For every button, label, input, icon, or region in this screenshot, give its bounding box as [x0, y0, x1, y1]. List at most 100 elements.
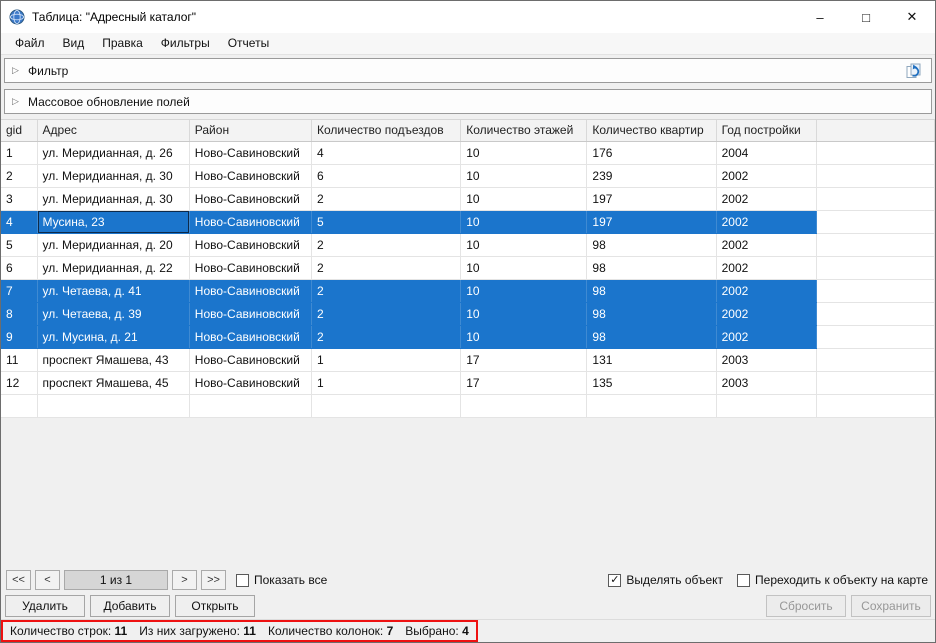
cell-3-3[interactable]: 5 — [311, 210, 460, 233]
save-button[interactable]: Сохранить — [851, 595, 931, 617]
menu-item-0[interactable]: Файл — [6, 33, 54, 54]
cell-4-2[interactable]: Ново-Савиновский — [189, 233, 311, 256]
last-page-button[interactable]: >> — [201, 570, 226, 590]
cell-8-7[interactable] — [816, 325, 934, 348]
close-button[interactable]: ✕ — [889, 1, 935, 33]
cell-9-4[interactable]: 17 — [461, 348, 587, 371]
cell-0-5[interactable]: 176 — [587, 141, 716, 164]
cell-4-5[interactable]: 98 — [587, 233, 716, 256]
reset-button[interactable]: Сбросить — [766, 595, 846, 617]
cell-9-7[interactable] — [816, 348, 934, 371]
cell-7-2[interactable]: Ново-Савиновский — [189, 302, 311, 325]
add-button[interactable]: Добавить — [90, 595, 170, 617]
menu-item-1[interactable]: Вид — [54, 33, 94, 54]
cell-7-5[interactable]: 98 — [587, 302, 716, 325]
cell-7-6[interactable]: 2002 — [716, 302, 816, 325]
cell-4-3[interactable]: 2 — [311, 233, 460, 256]
table-row-0[interactable]: 1ул. Меридианная, д. 26Ново-Савиновский4… — [1, 141, 935, 164]
cell-4-0[interactable]: 5 — [1, 233, 37, 256]
open-button[interactable]: Открыть — [175, 595, 255, 617]
cell-9-2[interactable]: Ново-Савиновский — [189, 348, 311, 371]
table-row-4[interactable]: 5ул. Меридианная, д. 20Ново-Савиновский2… — [1, 233, 935, 256]
table-row-8[interactable]: 9ул. Мусина, д. 21Ново-Савиновский210982… — [1, 325, 935, 348]
column-header-5[interactable]: Количество квартир — [587, 120, 716, 141]
cell-10-0[interactable]: 12 — [1, 371, 37, 394]
cell-2-0[interactable]: 3 — [1, 187, 37, 210]
cell-2-6[interactable]: 2002 — [716, 187, 816, 210]
cell-10-2[interactable]: Ново-Савиновский — [189, 371, 311, 394]
cell-4-1[interactable]: ул. Меридианная, д. 20 — [37, 233, 189, 256]
cell-10-6[interactable]: 2003 — [716, 371, 816, 394]
cell-8-3[interactable]: 2 — [311, 325, 460, 348]
cell-2-4[interactable]: 10 — [461, 187, 587, 210]
cell-0-2[interactable]: Ново-Савиновский — [189, 141, 311, 164]
cell-0-7[interactable] — [816, 141, 934, 164]
cell-3-1[interactable]: Мусина, 23 — [37, 210, 189, 233]
cell-3-2[interactable]: Ново-Савиновский — [189, 210, 311, 233]
cell-0-1[interactable]: ул. Меридианная, д. 26 — [37, 141, 189, 164]
table-row-9[interactable]: 11проспект Ямашева, 43Ново-Савиновский11… — [1, 348, 935, 371]
table-row-3[interactable]: 4Мусина, 23Ново-Савиновский5101972002 — [1, 210, 935, 233]
cell-4-4[interactable]: 10 — [461, 233, 587, 256]
minimize-button[interactable]: – — [797, 1, 843, 33]
cell-4-6[interactable]: 2002 — [716, 233, 816, 256]
cell-10-4[interactable]: 17 — [461, 371, 587, 394]
show-all-checkbox[interactable]: Показать все — [236, 573, 327, 587]
cell-6-4[interactable]: 10 — [461, 279, 587, 302]
table-row-6[interactable]: 7ул. Четаева, д. 41Ново-Савиновский21098… — [1, 279, 935, 302]
table-row-2[interactable]: 3ул. Меридианная, д. 30Ново-Савиновский2… — [1, 187, 935, 210]
cell-11-1[interactable] — [37, 394, 189, 417]
cell-11-6[interactable] — [716, 394, 816, 417]
cell-2-3[interactable]: 2 — [311, 187, 460, 210]
chevron-right-icon[interactable]: ▷ — [12, 65, 24, 76]
cell-9-0[interactable]: 11 — [1, 348, 37, 371]
cell-6-2[interactable]: Ново-Савиновский — [189, 279, 311, 302]
cell-11-2[interactable] — [189, 394, 311, 417]
cell-11-3[interactable] — [311, 394, 460, 417]
delete-button[interactable]: Удалить — [5, 595, 85, 617]
cell-11-4[interactable] — [461, 394, 587, 417]
column-header-6[interactable]: Год постройки — [716, 120, 816, 141]
cell-2-2[interactable]: Ново-Савиновский — [189, 187, 311, 210]
cell-5-2[interactable]: Ново-Савиновский — [189, 256, 311, 279]
cell-0-0[interactable]: 1 — [1, 141, 37, 164]
cell-10-1[interactable]: проспект Ямашева, 45 — [37, 371, 189, 394]
cell-5-5[interactable]: 98 — [587, 256, 716, 279]
cell-0-3[interactable]: 4 — [311, 141, 460, 164]
cell-1-2[interactable]: Ново-Савиновский — [189, 164, 311, 187]
cell-5-7[interactable] — [816, 256, 934, 279]
cell-10-5[interactable]: 135 — [587, 371, 716, 394]
first-page-button[interactable]: << — [6, 570, 31, 590]
cell-0-6[interactable]: 2004 — [716, 141, 816, 164]
cell-8-5[interactable]: 98 — [587, 325, 716, 348]
cell-7-3[interactable]: 2 — [311, 302, 460, 325]
cell-3-4[interactable]: 10 — [461, 210, 587, 233]
filter-panel[interactable]: ▷ Фильтр — [4, 58, 932, 83]
cell-7-4[interactable]: 10 — [461, 302, 587, 325]
cell-8-4[interactable]: 10 — [461, 325, 587, 348]
cell-1-4[interactable]: 10 — [461, 164, 587, 187]
column-header-4[interactable]: Количество этажей — [461, 120, 587, 141]
cell-9-5[interactable]: 131 — [587, 348, 716, 371]
menu-item-3[interactable]: Фильтры — [152, 33, 219, 54]
cell-1-3[interactable]: 6 — [311, 164, 460, 187]
cell-8-6[interactable]: 2002 — [716, 325, 816, 348]
cell-9-3[interactable]: 1 — [311, 348, 460, 371]
cell-7-7[interactable] — [816, 302, 934, 325]
cell-3-5[interactable]: 197 — [587, 210, 716, 233]
mass-update-panel[interactable]: ▷ Массовое обновление полей — [4, 89, 932, 114]
chevron-right-icon[interactable]: ▷ — [12, 96, 24, 107]
menu-item-2[interactable]: Правка — [93, 33, 152, 54]
column-header-7[interactable] — [816, 120, 934, 141]
cell-3-0[interactable]: 4 — [1, 210, 37, 233]
cell-1-0[interactable]: 2 — [1, 164, 37, 187]
cell-9-1[interactable]: проспект Ямашева, 43 — [37, 348, 189, 371]
cell-8-0[interactable]: 9 — [1, 325, 37, 348]
table-row-10[interactable]: 12проспект Ямашева, 45Ново-Савиновский11… — [1, 371, 935, 394]
cell-1-1[interactable]: ул. Меридианная, д. 30 — [37, 164, 189, 187]
cell-5-6[interactable]: 2002 — [716, 256, 816, 279]
cell-5-4[interactable]: 10 — [461, 256, 587, 279]
cell-8-2[interactable]: Ново-Савиновский — [189, 325, 311, 348]
cell-2-1[interactable]: ул. Меридианная, д. 30 — [37, 187, 189, 210]
table-row-11[interactable] — [1, 394, 935, 417]
